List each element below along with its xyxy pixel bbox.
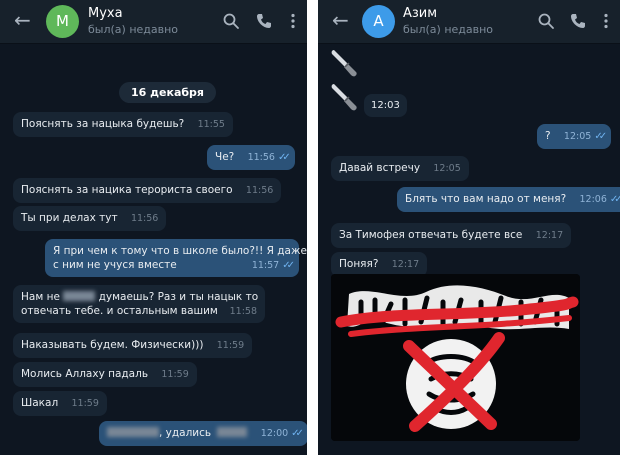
message-time: 12:17 (535, 230, 564, 241)
redacted-text (107, 427, 159, 437)
message-time: 11:58 (229, 306, 257, 317)
message-time: 12:00 (260, 428, 289, 439)
double-check-icon: ✓✓ (282, 260, 295, 271)
header-divider (0, 43, 307, 44)
message-incoming[interactable]: Пояснять за нацика терориста своего 11:5… (13, 178, 282, 203)
contact-status: был(а) недавно (88, 23, 179, 36)
message-text: Молись Аллаху падаль (21, 368, 149, 380)
phone-icon[interactable] (255, 12, 273, 30)
chat-header: ← А Азим был(а) недавно (318, 0, 620, 43)
redacted-text (217, 427, 248, 437)
search-icon[interactable] (537, 12, 555, 30)
message-text: Че? (215, 151, 235, 163)
message-incoming[interactable]: Давай встречу 12:05 (331, 156, 469, 181)
double-check-icon: ✓✓ (277, 152, 291, 163)
message-time: 12:17 (391, 259, 420, 270)
message-time: 12:03 (371, 100, 400, 111)
knife-icon[interactable] (328, 80, 362, 114)
message-outgoing[interactable]: , удались 12:00 ✓✓ (99, 421, 307, 446)
message-text: ? (545, 130, 551, 142)
message-incoming[interactable]: Нам не думаешь? Раз и ты нацык то отвеча… (13, 285, 265, 323)
message-outgoing[interactable]: Че? 11:56 ✓✓ (207, 145, 295, 170)
message-text: Наказывать будем. Физически))) (21, 339, 204, 351)
message-text: Ты при делах тут (21, 212, 118, 224)
double-check-icon: ✓✓ (609, 194, 620, 205)
message-incoming[interactable]: Шакал 11:59 (13, 391, 107, 416)
chat-header: ← М Муха был(а) недавно (0, 0, 307, 43)
message-time: 11:56 (245, 185, 274, 196)
message-time: 11:57 (251, 260, 280, 271)
knife-icon[interactable] (328, 46, 362, 80)
avatar[interactable]: М (46, 5, 79, 38)
message-time: 12:05 (563, 131, 592, 142)
message-text: Поняя? (339, 258, 379, 270)
header-divider (318, 43, 620, 44)
date-badge: 16 декабря (119, 82, 216, 103)
avatar[interactable]: А (362, 5, 395, 38)
message-text: , удались (159, 427, 212, 439)
more-vert-icon[interactable] (284, 12, 302, 30)
message-text: Нам не (21, 291, 60, 303)
message-incoming[interactable]: Пояснять за нацыка будешь? 11:55 (13, 112, 233, 137)
message-text: отвечать тебе. и остальным вашим (21, 305, 218, 317)
redacted-text (63, 291, 96, 301)
double-check-icon: ✓✓ (594, 131, 607, 142)
message-time: 11:56 (130, 213, 159, 224)
sticker-time-badge: 12:03 (364, 94, 407, 117)
contact-name[interactable]: Азим (403, 6, 437, 21)
message-incoming[interactable]: Наказывать будем. Физически))) 11:59 (13, 333, 253, 358)
message-time: 11:59 (161, 369, 189, 380)
crossed-out-flag-image[interactable] (331, 274, 580, 441)
message-time: 11:59 (71, 398, 99, 409)
message-text: Давай встречу (339, 162, 421, 174)
back-arrow-icon[interactable]: ← (14, 8, 31, 32)
message-time: 11:55 (197, 119, 225, 130)
message-text: Я при чем к тому что в школе было?!! Я д… (53, 245, 307, 257)
message-text: За Тимофея отвечать будете все (339, 229, 523, 241)
message-text: Пояснять за нацыка будешь? (21, 118, 185, 130)
double-check-icon: ✓✓ (291, 428, 304, 439)
message-outgoing[interactable]: ? 12:05 ✓✓ (537, 124, 612, 149)
message-time: 11:56 (247, 152, 275, 163)
message-incoming[interactable]: Ты при делах тут 11:56 (13, 206, 167, 231)
message-time: 11:59 (216, 340, 245, 351)
message-time: 12:06 (579, 194, 607, 205)
right-chat-screen: ← А Азим был(а) недавно 12:03 ? 12:05✓✓ (318, 0, 620, 455)
message-outgoing[interactable]: Блять что вам надо от меня? 12:06 ✓✓ (397, 187, 620, 212)
contact-status: был(а) недавно (403, 23, 494, 36)
message-text: Шакал (21, 397, 59, 409)
phone-icon[interactable] (569, 12, 587, 30)
search-icon[interactable] (222, 12, 240, 30)
message-outgoing[interactable]: Я при чем к тому что в школе было?!! Я д… (45, 239, 307, 277)
more-vert-icon[interactable] (597, 12, 615, 30)
contact-name[interactable]: Муха (88, 6, 123, 21)
message-text: Блять что вам надо от меня? (405, 193, 567, 205)
back-arrow-icon[interactable]: ← (332, 8, 349, 32)
message-incoming[interactable]: Молись Аллаху падаль 11:59 (13, 362, 197, 387)
flag-graphic (331, 274, 580, 441)
message-text: с ним не учуся вместе (53, 259, 177, 271)
message-incoming[interactable]: За Тимофея отвечать будете все 12:17 (331, 223, 572, 248)
message-text: думаешь? Раз и ты нацык то (98, 291, 259, 303)
message-text: Пояснять за нацика терориста своего (21, 184, 233, 196)
message-time: 12:05 (433, 163, 461, 174)
left-chat-screen: ← М Муха был(а) недавно 16 декабря Поясн… (0, 0, 307, 455)
